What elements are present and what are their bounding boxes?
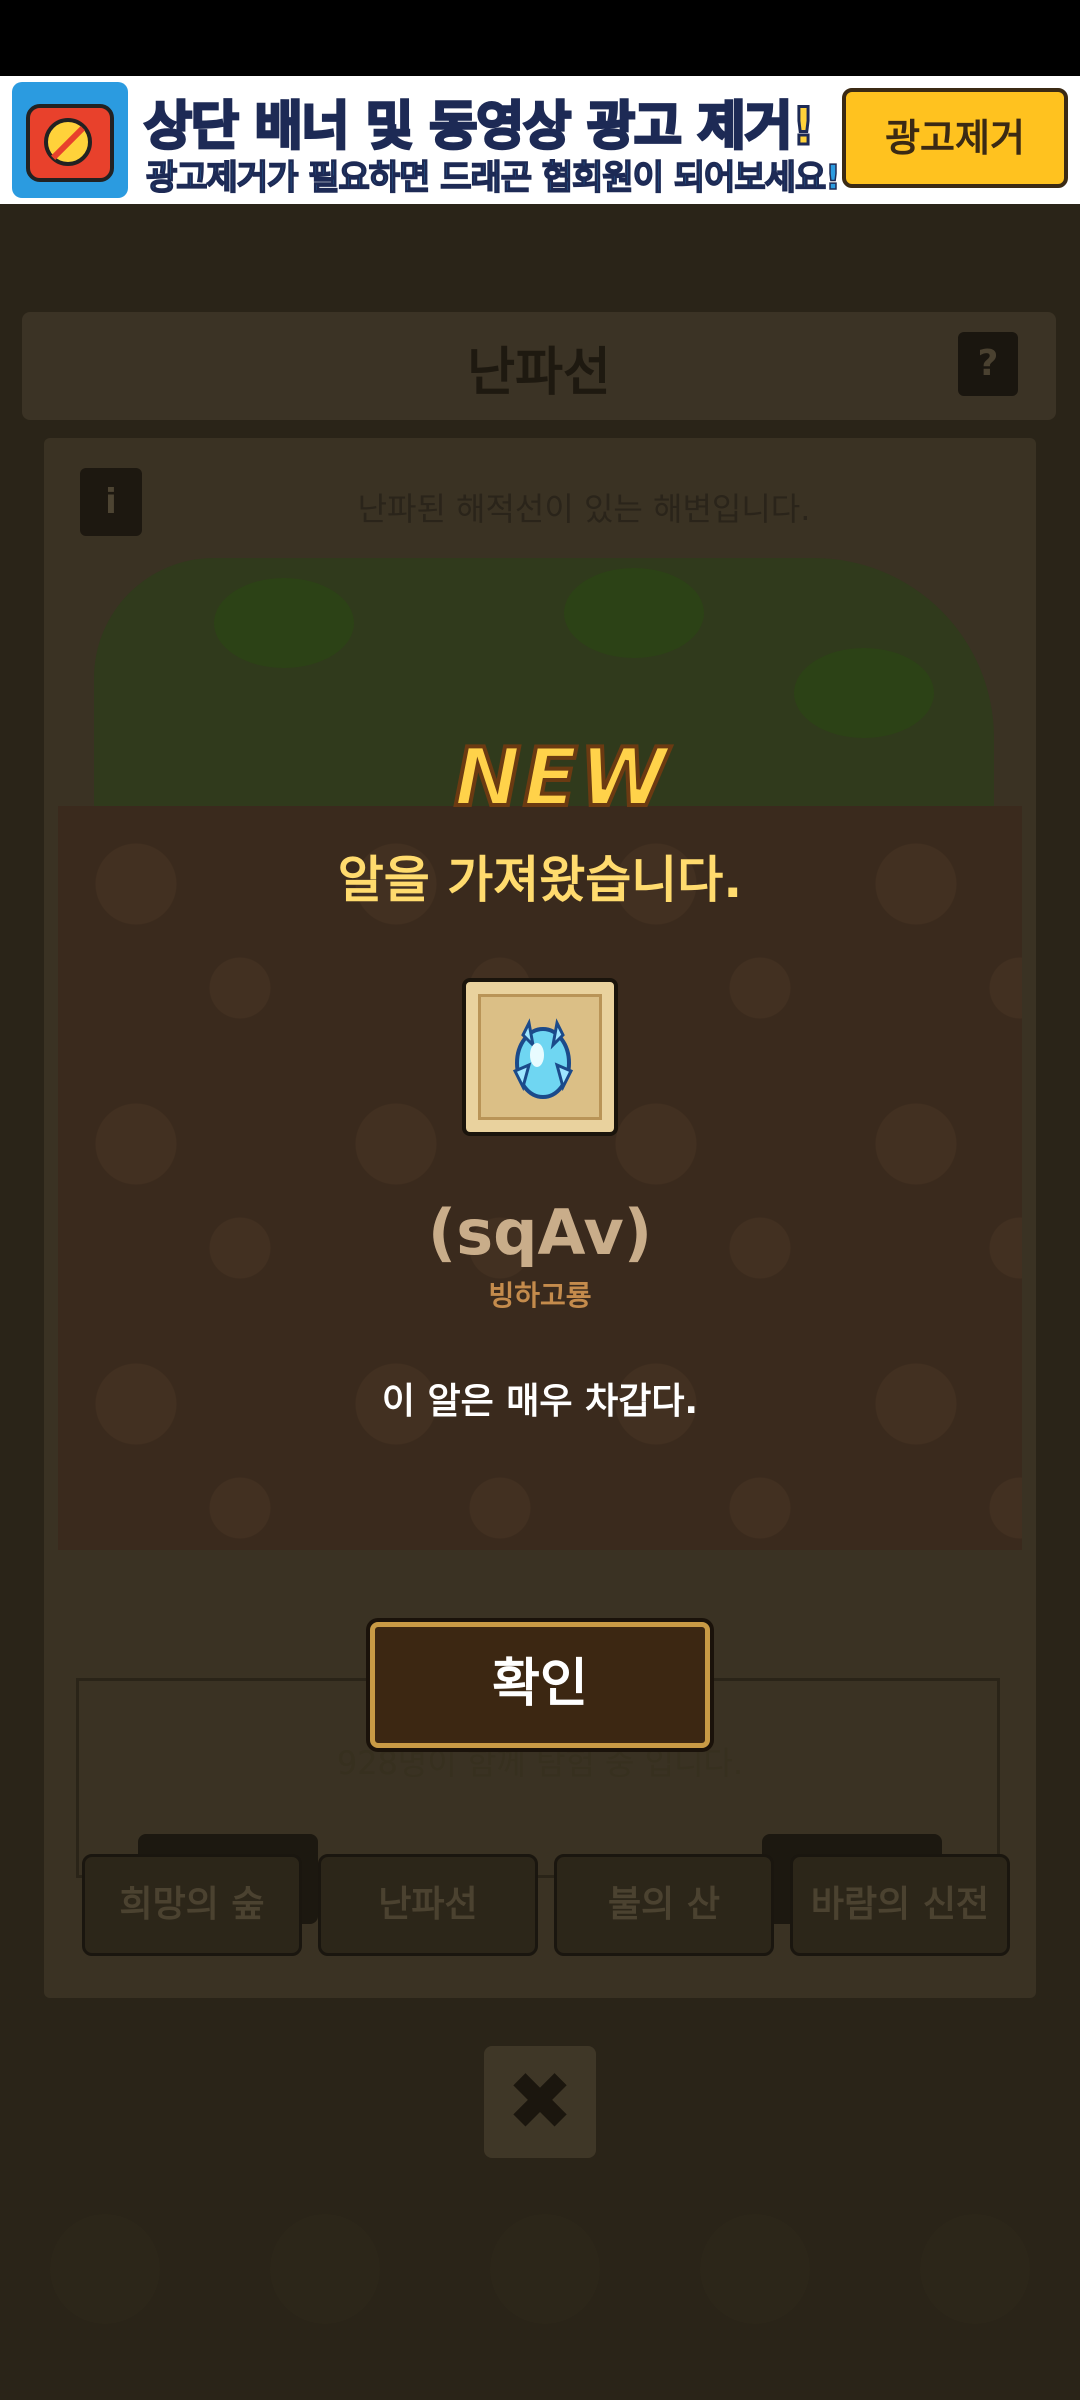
status-bar [0, 0, 1080, 76]
palm-tree-icon [214, 578, 354, 668]
egg-description: 이 알은 매우 차갑다. [381, 1381, 699, 1422]
modal-pattern [58, 806, 1022, 1550]
confirm-button[interactable]: 확인 [370, 1622, 710, 1748]
nav-icon[interactable] [270, 2214, 380, 2324]
modal-title: 알을 가져왔습니다. [337, 851, 743, 909]
ice-egg-icon [509, 1015, 577, 1101]
area-header: 난파선 ? [22, 312, 1056, 420]
egg-card [462, 978, 618, 1136]
ad-title: 상단 배너 및 동영상 광고 제거! [142, 96, 816, 159]
egg-result-modal [58, 806, 1022, 1550]
ad-remove-tv-icon [12, 82, 128, 198]
bottom-nav [0, 2174, 1080, 2400]
ad-remove-button[interactable]: 광고제거 [842, 88, 1068, 188]
nav-icon[interactable] [490, 2214, 600, 2324]
tab-hope-forest[interactable]: 희망의 숲 [82, 1854, 302, 1956]
area-tabs: 희망의 숲 난파선 불의 산 바람의 신전 [82, 1854, 1010, 1960]
nav-icon[interactable] [920, 2214, 1030, 2324]
egg-name: 빙하고룡 [488, 1279, 592, 1312]
new-badge: NEW [452, 731, 670, 824]
tab-fire-mountain[interactable]: 불의 산 [554, 1854, 774, 1956]
info-button[interactable]: i [80, 468, 142, 536]
area-description: 난파된 해적선이 있는 해변입니다. [357, 490, 811, 528]
area-title: 난파선 [467, 343, 611, 403]
nav-icon[interactable] [50, 2214, 160, 2324]
close-icon[interactable]: ✖ [484, 2046, 596, 2158]
help-button[interactable]: ? [958, 332, 1018, 396]
nav-icon[interactable] [700, 2214, 810, 2324]
tab-wind-temple[interactable]: 바람의 신전 [790, 1854, 1010, 1956]
ad-banner[interactable]: 상단 배너 및 동영상 광고 제거! 광고제거가 필요하면 드래곤 협회원이 되… [0, 76, 1080, 204]
egg-code: (sqAv) [427, 1196, 653, 1269]
palm-tree-icon [564, 568, 704, 658]
tab-shipwreck[interactable]: 난파선 [318, 1854, 538, 1956]
ad-subtitle: 광고제거가 필요하면 드래곤 협회원이 되어보세요! [145, 157, 841, 199]
palm-tree-icon [794, 648, 934, 738]
